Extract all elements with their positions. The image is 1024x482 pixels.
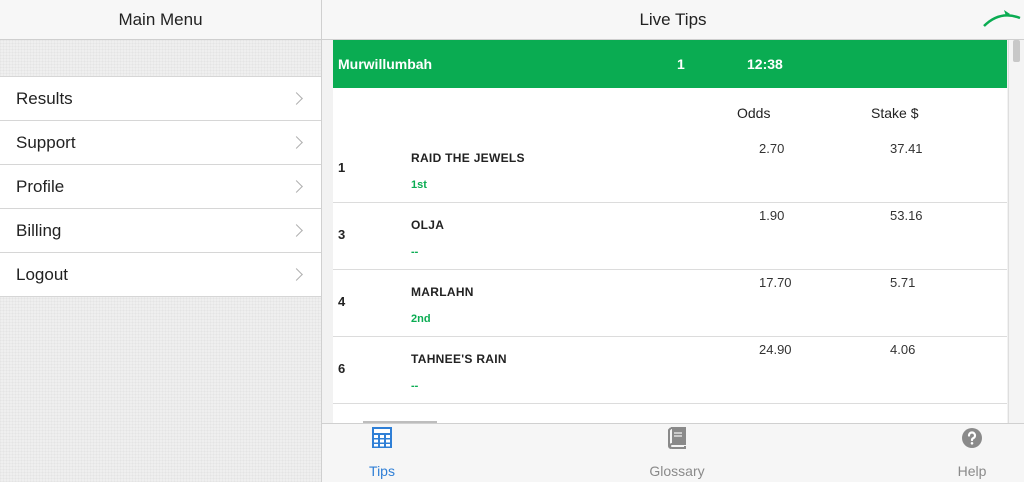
- menu-item-label: Support: [16, 132, 76, 152]
- menu-item-label: Billing: [16, 220, 62, 240]
- runner-place: 2nd: [411, 313, 431, 325]
- book-icon: [668, 427, 686, 449]
- runner-odds: 17.70: [759, 275, 792, 290]
- main-menu: Results Support Profile Billing Logout: [0, 76, 321, 297]
- runner-row[interactable]: 6 TAHNEE'S RAIN -- 24.90 4.06: [333, 337, 1007, 404]
- sidebar: Main Menu Results Support Profile Billin…: [0, 0, 322, 482]
- help-circle-icon: [962, 428, 982, 448]
- menu-item-label: Results: [16, 88, 73, 108]
- runner-odds: 2.70: [759, 141, 785, 156]
- column-headers: Odds Stake $: [333, 88, 1007, 136]
- calculator-icon: [372, 427, 392, 448]
- runner-number: 6: [338, 361, 346, 376]
- chevron-right-icon: [290, 224, 303, 237]
- sidebar-title: Main Menu: [0, 0, 321, 40]
- chevron-right-icon: [290, 136, 303, 149]
- menu-item-label: Profile: [16, 176, 65, 196]
- vertical-scrollbar[interactable]: [1008, 40, 1024, 423]
- chevron-right-icon: [290, 92, 303, 105]
- chevron-right-icon: [290, 180, 303, 193]
- runner-stake: 5.71: [890, 275, 916, 290]
- menu-item-profile[interactable]: Profile: [0, 165, 321, 209]
- menu-item-logout[interactable]: Logout: [0, 253, 321, 297]
- race-time: 12:38: [747, 56, 783, 72]
- race-header: Murwillumbah 1 12:38: [333, 40, 1007, 88]
- runner-place: 1st: [411, 179, 427, 191]
- tab-bar: Tips Glossary Help: [322, 423, 1024, 482]
- stake-header: Stake $: [871, 105, 919, 121]
- runner-odds: 24.90: [759, 342, 792, 357]
- runner-number: 3: [338, 227, 346, 242]
- runner-name: MARLAHN: [411, 285, 474, 299]
- runner-row[interactable]: 4 MARLAHN 2nd 17.70 5.71: [333, 270, 1007, 337]
- tab-glossary[interactable]: Glossary: [617, 424, 737, 482]
- tips-list[interactable]: Murwillumbah 1 12:38 Odds Stake $ 1 RAID…: [333, 40, 1007, 423]
- scrollbar-thumb[interactable]: [1013, 40, 1020, 62]
- tab-label: Help: [957, 463, 987, 479]
- menu-item-support[interactable]: Support: [0, 121, 321, 165]
- runner-name: OLJA: [411, 218, 445, 232]
- page-title: Live Tips: [639, 9, 707, 29]
- runner-name: TAHNEE'S RAIN: [411, 352, 507, 366]
- tab-help[interactable]: Help: [912, 424, 1024, 482]
- runner-odds: 1.90: [759, 208, 785, 223]
- tab-label: Tips: [369, 463, 395, 479]
- tab-label: Glossary: [649, 463, 705, 479]
- chevron-right-icon: [290, 268, 303, 281]
- runner-row[interactable]: 1 RAID THE JEWELS 1st 2.70 37.41: [333, 136, 1007, 203]
- race-number: 1: [677, 56, 685, 72]
- runner-row[interactable]: 3 OLJA -- 1.90 53.16: [333, 203, 1007, 270]
- menu-item-results[interactable]: Results: [0, 77, 321, 121]
- runner-stake: 4.06: [890, 342, 916, 357]
- runner-stake: 37.41: [890, 141, 923, 156]
- race-venue: Murwillumbah: [338, 56, 433, 72]
- runner-number: 4: [338, 294, 346, 309]
- main-panel: Live Tips Murwillumbah 1 12:38 Odds Stak…: [322, 0, 1024, 482]
- runner-number: 1: [338, 160, 346, 175]
- main-header: Live Tips: [322, 0, 1024, 40]
- runner-stake: 53.16: [890, 208, 923, 223]
- odds-header: Odds: [737, 105, 771, 121]
- tab-tips[interactable]: Tips: [322, 424, 442, 482]
- runner-place: --: [411, 380, 419, 392]
- runner-name: RAID THE JEWELS: [411, 151, 525, 165]
- menu-item-label: Logout: [16, 264, 68, 284]
- menu-item-billing[interactable]: Billing: [0, 209, 321, 253]
- runner-place: --: [411, 246, 419, 258]
- brand-logo-icon: [983, 10, 1021, 27]
